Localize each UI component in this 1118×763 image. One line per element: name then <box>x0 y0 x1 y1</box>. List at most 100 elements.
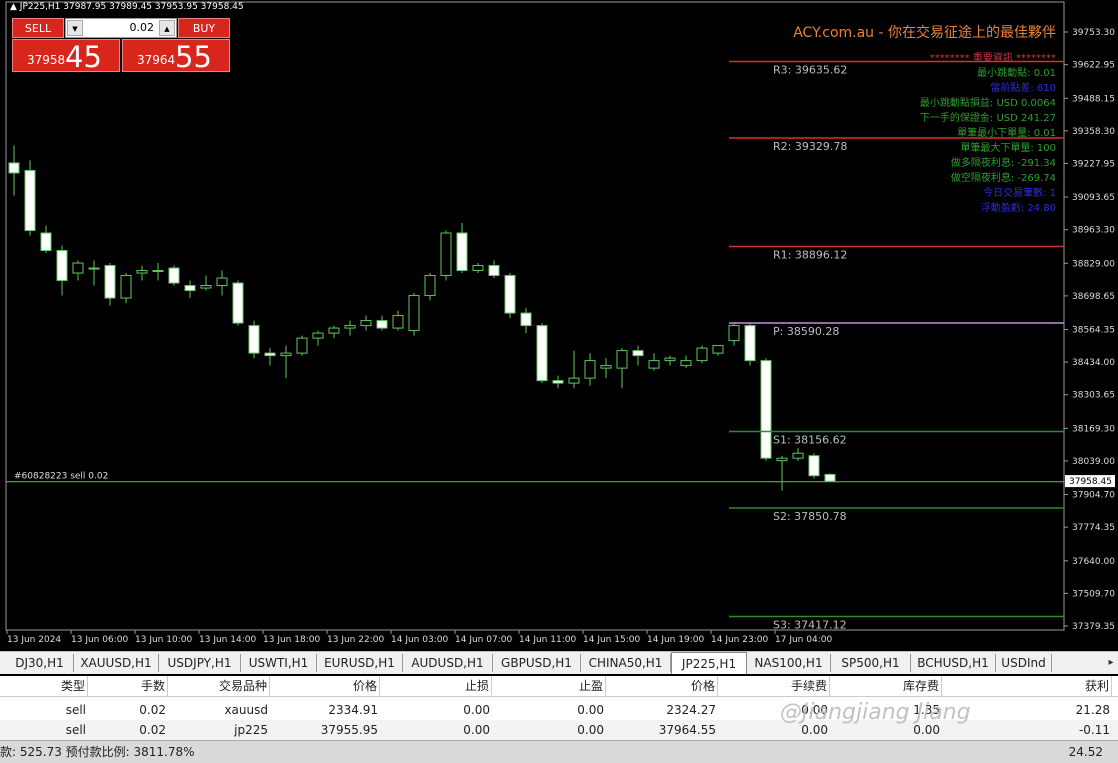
candle[interactable] <box>664 355 676 366</box>
candle[interactable] <box>488 260 500 279</box>
candle[interactable] <box>392 310 404 331</box>
candle[interactable] <box>408 293 420 336</box>
x-tick-label: 14 Jun 23:00 <box>711 635 768 645</box>
price-chart[interactable]: 39753.30 39622.95 39488.15 39358.30 39227.95… <box>0 0 1118 647</box>
candle[interactable] <box>200 275 212 291</box>
tab-gbpusd-h1[interactable]: GBPUSD,H1 <box>493 654 581 672</box>
tab-china50-h1[interactable]: CHINA50,H1 <box>581 654 671 672</box>
candle[interactable] <box>744 323 756 366</box>
candle-body <box>744 325 756 362</box>
candle[interactable] <box>808 453 820 479</box>
candle[interactable] <box>536 323 548 384</box>
candle[interactable] <box>712 345 724 356</box>
candle-body <box>632 350 644 357</box>
tab-sp500-h1[interactable]: SP500,H1 <box>831 654 911 672</box>
y-tick-label: 38564.35 <box>1072 325 1115 335</box>
candle-body <box>440 232 452 277</box>
candle-body <box>232 282 244 324</box>
candle[interactable] <box>344 320 356 336</box>
table-cell: 37955.95 <box>320 723 378 737</box>
candle-body <box>520 312 532 327</box>
tab-nas100-h1[interactable]: NAS100,H1 <box>747 654 831 672</box>
candle-body <box>776 457 788 462</box>
candle[interactable] <box>104 263 116 306</box>
candle-body <box>680 360 692 367</box>
tab-xauusd-h1[interactable]: XAUUSD,H1 <box>74 654 159 672</box>
lot-size-input[interactable]: 0.02 <box>130 21 155 34</box>
sell-button[interactable]: SELL <box>12 18 64 38</box>
candle[interactable] <box>296 335 308 356</box>
lot-size-stepper[interactable]: ▼ 0.02 ▲ <box>65 18 177 38</box>
candle[interactable] <box>152 263 164 281</box>
lot-decrease-icon[interactable]: ▼ <box>67 20 83 36</box>
lot-increase-icon[interactable]: ▲ <box>159 20 175 36</box>
candle[interactable] <box>728 323 740 346</box>
candle[interactable] <box>280 345 292 379</box>
candle[interactable] <box>584 353 596 386</box>
tab-audusd-h1[interactable]: AUDUSD,H1 <box>403 654 493 672</box>
candle[interactable] <box>264 348 276 366</box>
candle[interactable] <box>568 350 580 389</box>
candle[interactable] <box>696 345 708 364</box>
sell-price-box[interactable]: 37958 45 <box>12 39 120 74</box>
column-header: 库存费 <box>830 676 942 696</box>
candle[interactable] <box>56 245 68 296</box>
column-header: 获利 <box>942 676 1112 696</box>
column-header: 交易品种 <box>168 676 270 696</box>
candle[interactable] <box>776 455 788 491</box>
tab-bchusd-h1[interactable]: BCHUSD,H1 <box>911 654 996 672</box>
x-tick-label: 13 Jun 06:00 <box>71 635 128 645</box>
buy-price-box[interactable]: 37964 55 <box>122 39 230 74</box>
candle[interactable] <box>552 375 564 389</box>
candle[interactable] <box>456 222 468 274</box>
candle[interactable] <box>680 355 692 369</box>
candle[interactable] <box>616 348 628 389</box>
candle[interactable] <box>824 473 836 482</box>
table-cell: 0.00 <box>577 723 604 737</box>
candle[interactable] <box>440 230 452 281</box>
candle[interactable] <box>24 160 36 236</box>
pivot-label-s3: S3: 37417.12 <box>773 619 847 632</box>
candle[interactable] <box>8 145 20 196</box>
candle[interactable] <box>328 325 340 339</box>
tab-jp225-h1[interactable]: JP225,H1 <box>671 652 747 674</box>
candle[interactable] <box>88 260 100 286</box>
candle[interactable] <box>216 270 228 296</box>
candle[interactable] <box>360 315 372 331</box>
tab-usdind[interactable]: USDInd <box>996 654 1052 672</box>
pivot-label-r1: R1: 38896.12 <box>773 248 847 261</box>
candle-body <box>504 275 516 314</box>
candle[interactable] <box>168 265 180 286</box>
candle-body <box>456 232 468 272</box>
tabs-scroll-right-icon[interactable]: ▸ <box>1104 654 1118 672</box>
tab-dj30-h1[interactable]: DJ30,H1 <box>6 654 74 672</box>
candle-body <box>760 360 772 459</box>
candle[interactable] <box>760 358 772 461</box>
candle[interactable] <box>600 358 612 379</box>
candle[interactable] <box>648 353 660 371</box>
tab-eurusd-h1[interactable]: EURUSD,H1 <box>317 654 403 672</box>
candle[interactable] <box>520 308 532 334</box>
candle[interactable] <box>792 448 804 461</box>
candle[interactable] <box>136 265 148 281</box>
candle[interactable] <box>504 273 516 319</box>
column-header: 手续费 <box>718 676 830 696</box>
candle-body <box>88 267 100 270</box>
tab-uswti-h1[interactable]: USWTI,H1 <box>241 654 317 672</box>
candle[interactable] <box>72 260 84 281</box>
candle[interactable] <box>232 280 244 326</box>
candle[interactable] <box>312 330 324 346</box>
candle-body <box>696 347 708 362</box>
candle[interactable] <box>376 315 388 331</box>
candle[interactable] <box>424 273 436 301</box>
buy-button[interactable]: BUY <box>178 18 230 38</box>
tab-usdjpy-h1[interactable]: USDJPY,H1 <box>159 654 241 672</box>
candle[interactable] <box>40 225 52 254</box>
candle[interactable] <box>472 263 484 274</box>
candle[interactable] <box>184 280 196 299</box>
candle[interactable] <box>248 320 260 359</box>
table-cell: 0.00 <box>577 703 604 717</box>
candle[interactable] <box>632 345 644 366</box>
collapse-triangle-icon[interactable]: ▲ <box>10 2 17 12</box>
candle[interactable] <box>120 273 132 304</box>
